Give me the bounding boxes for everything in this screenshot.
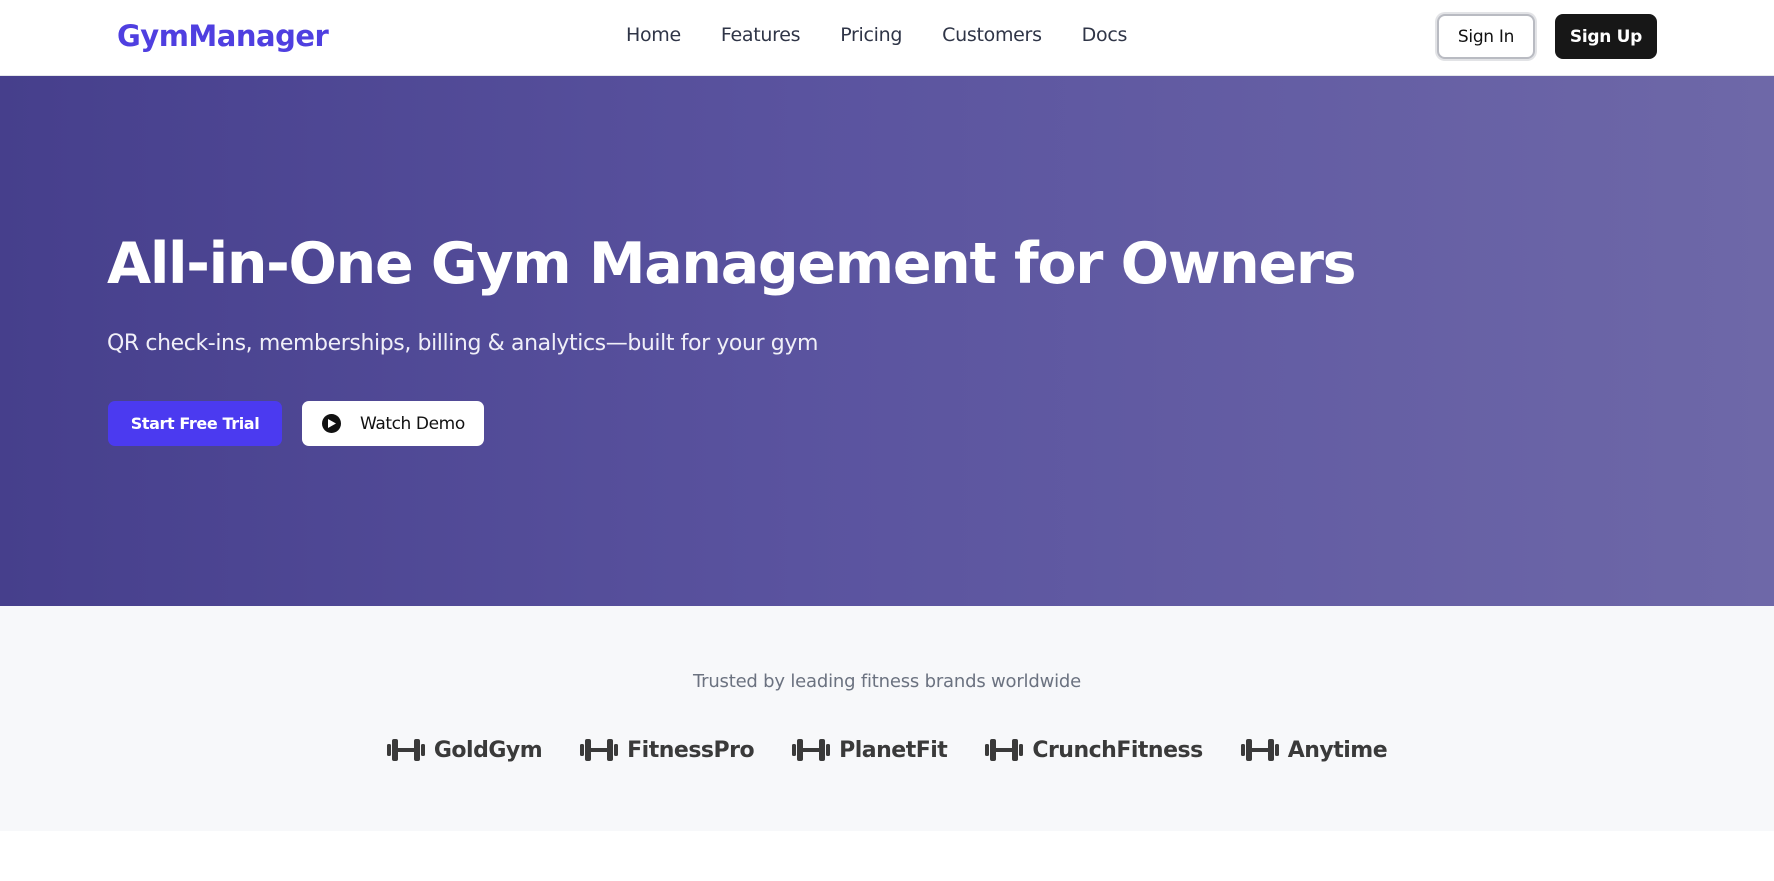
- nav-link-customers[interactable]: Customers: [942, 24, 1042, 46]
- brand-name: GoldGym: [433, 737, 543, 763]
- brand-name: Anytime: [1287, 737, 1388, 763]
- logo[interactable]: GymManager: [117, 19, 329, 53]
- brand-fitnesspro: FitnessPro: [580, 737, 755, 763]
- nav-link-docs[interactable]: Docs: [1082, 24, 1128, 46]
- start-free-trial-button[interactable]: Start Free Trial: [108, 401, 282, 446]
- dumbbell-icon: [386, 739, 425, 761]
- nav-link-features[interactable]: Features: [721, 24, 801, 46]
- nav-link-home[interactable]: Home: [626, 24, 681, 46]
- nav-link-pricing[interactable]: Pricing: [840, 24, 902, 46]
- watch-demo-button[interactable]: Watch Demo: [302, 401, 484, 446]
- navbar: GymManager Home Features Pricing Custome…: [0, 0, 1774, 76]
- hero-section: All-in-One Gym Management for Owners QR …: [0, 76, 1774, 606]
- dumbbell-icon: [985, 739, 1024, 761]
- hero-title: All-in-One Gym Management for Owners: [107, 231, 1357, 297]
- dumbbell-icon: [580, 739, 619, 761]
- brand-name: CrunchFitness: [1032, 737, 1203, 763]
- trusted-heading: Trusted by leading fitness brands worldw…: [692, 671, 1082, 692]
- brand-name: PlanetFit: [839, 737, 948, 763]
- play-circle-icon: [322, 414, 341, 433]
- trusted-section: Trusted by leading fitness brands worldw…: [0, 606, 1774, 831]
- dumbbell-icon: [792, 739, 831, 761]
- sign-in-button[interactable]: Sign In: [1437, 14, 1535, 59]
- nav-links: Home Features Pricing Customers Docs: [626, 24, 1127, 46]
- brand-planetfit: PlanetFit: [792, 737, 948, 763]
- brand-anytime: Anytime: [1240, 737, 1388, 763]
- watch-demo-label: Watch Demo: [360, 413, 465, 434]
- hero-subtitle: QR check-ins, memberships, billing & ana…: [107, 331, 818, 356]
- brand-goldgym: GoldGym: [386, 737, 543, 763]
- brand-list: GoldGym FitnessPro PlanetFit CrunchFitne…: [0, 737, 1774, 763]
- sign-up-button[interactable]: Sign Up: [1555, 14, 1657, 59]
- brand-crunchfitness: CrunchFitness: [985, 737, 1203, 763]
- brand-name: FitnessPro: [627, 737, 755, 763]
- dumbbell-icon: [1240, 739, 1279, 761]
